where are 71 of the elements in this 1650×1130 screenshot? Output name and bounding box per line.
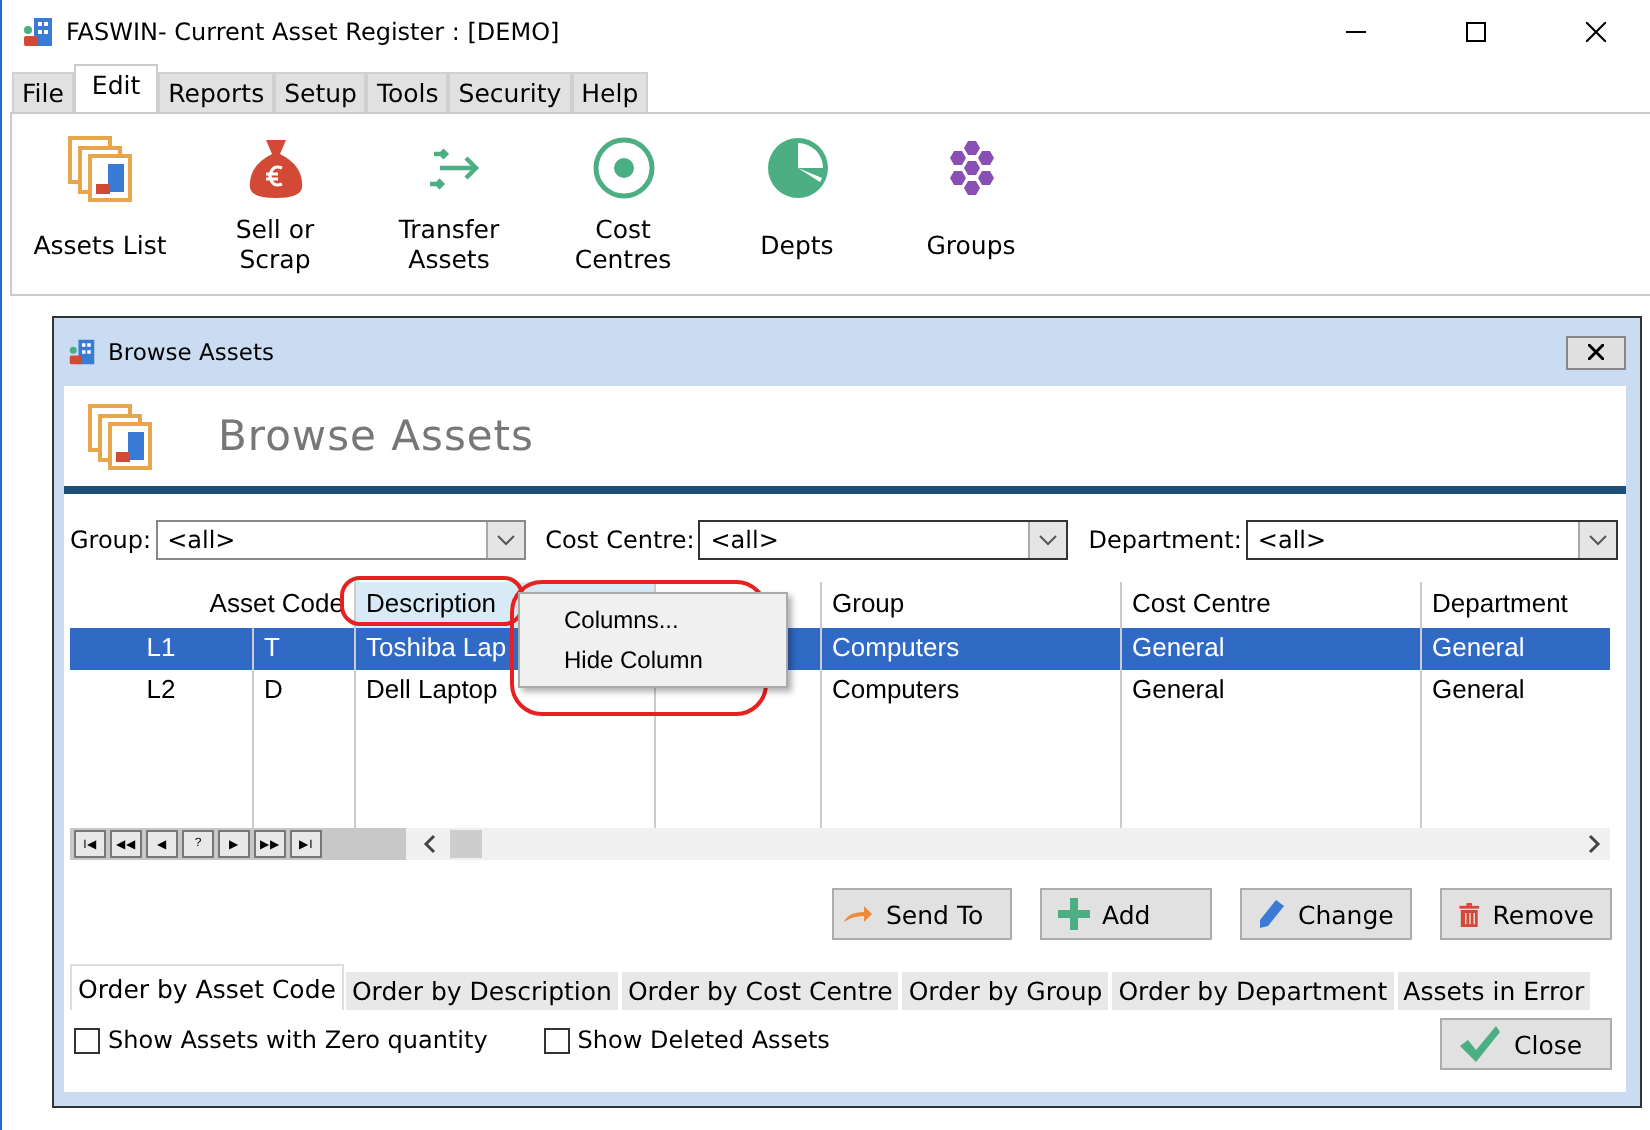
stacked-pages-icon	[86, 402, 158, 470]
menu-tab[interactable]: Reports	[158, 72, 275, 112]
app-icon	[68, 338, 96, 366]
menu-tab[interactable]: File	[12, 72, 74, 112]
trash-icon	[1458, 897, 1481, 931]
tab[interactable]: Order by Description	[343, 970, 620, 1010]
table-cell: L2	[146, 674, 176, 704]
menu-tab[interactable]: Setup	[274, 72, 367, 112]
chevron-right-icon[interactable]	[1586, 834, 1602, 854]
action-button[interactable]: Remove	[1440, 888, 1612, 940]
dialog-heading: Browse Assets	[218, 412, 534, 460]
chevron-down-icon	[1028, 522, 1067, 558]
chevron-left-icon[interactable]	[422, 834, 438, 854]
target-icon	[589, 134, 657, 202]
table-cell: Computers	[832, 632, 960, 662]
menu-tab[interactable]: Help	[571, 72, 649, 112]
tab[interactable]: Order by Cost Centre	[619, 970, 901, 1010]
filter-label: Cost Centre:	[545, 526, 695, 554]
ribbon-button[interactable]: Cost Centres	[536, 134, 710, 274]
ribbon-button[interactable]: Sell or Scrap	[188, 134, 362, 274]
tab[interactable]: Assets in Error	[1395, 970, 1593, 1010]
window-title: FASWIN- Current Asset Register : [DEMO]	[66, 18, 560, 46]
ribbon-button[interactable]: Depts	[710, 134, 884, 274]
menu-tab[interactable]: Edit	[73, 64, 159, 112]
checkbox[interactable]	[543, 1027, 570, 1053]
app-icon	[22, 16, 54, 48]
action-button[interactable]: Change	[1240, 888, 1412, 940]
tab[interactable]: Order by Group	[900, 970, 1111, 1010]
plus-icon	[1058, 898, 1090, 930]
table-cell: General	[1432, 632, 1525, 662]
chevron-down-icon	[1577, 522, 1616, 558]
table-cell: T	[264, 632, 280, 662]
table-cell: General	[1132, 674, 1225, 704]
ribbon-button[interactable]: Groups	[884, 134, 1058, 274]
table-cell: General	[1132, 632, 1225, 662]
ribbon-button[interactable]: Transfer Assets	[362, 134, 536, 274]
maximize-icon[interactable]	[1466, 22, 1486, 42]
column-header[interactable]: Department	[1422, 582, 1610, 628]
tab[interactable]: Order by Department	[1110, 970, 1396, 1010]
action-button[interactable]: Add	[1040, 888, 1212, 940]
checkbox[interactable]	[74, 1027, 100, 1053]
checkbox-label[interactable]: Show Assets with Zero quantity	[108, 1026, 488, 1054]
menu-tab[interactable]: Tools	[366, 72, 449, 112]
pencil-icon	[1258, 898, 1286, 930]
close-button[interactable]: Close	[1440, 1018, 1612, 1070]
filter-label: Department:	[1088, 526, 1242, 554]
dropdown[interactable]: <all>	[698, 520, 1069, 560]
table-cell: D	[264, 674, 283, 704]
checkmark-icon	[1458, 1024, 1502, 1064]
pie-chart-icon	[763, 134, 831, 202]
stacked-pages-icon	[66, 134, 134, 202]
filter-label: Group:	[70, 526, 152, 554]
ribbon-button[interactable]: Assets List	[12, 134, 188, 274]
dropdown[interactable]: <all>	[1245, 520, 1618, 560]
chevron-down-icon	[485, 522, 524, 558]
tab[interactable]: Order by Asset Code	[70, 964, 344, 1010]
menu-tab[interactable]: Security	[448, 72, 572, 112]
table-cell: Computers	[832, 674, 960, 704]
close-icon[interactable]	[1586, 22, 1606, 42]
dropdown[interactable]: <all>	[155, 520, 526, 560]
table-cell: General	[1432, 674, 1525, 704]
close-icon	[1588, 344, 1604, 360]
table-cell: Toshiba Lap	[366, 632, 507, 662]
arrow-icon	[842, 902, 874, 926]
table-cell: L1	[146, 632, 176, 662]
scroll-thumb[interactable]	[450, 830, 482, 858]
checkbox-label[interactable]: Show Deleted Assets	[577, 1026, 830, 1054]
close-button[interactable]	[1566, 335, 1626, 369]
dialog-title: Browse Assets	[108, 338, 274, 366]
action-button[interactable]: Send To	[832, 888, 1012, 940]
table-cell: Dell Laptop	[366, 674, 498, 704]
